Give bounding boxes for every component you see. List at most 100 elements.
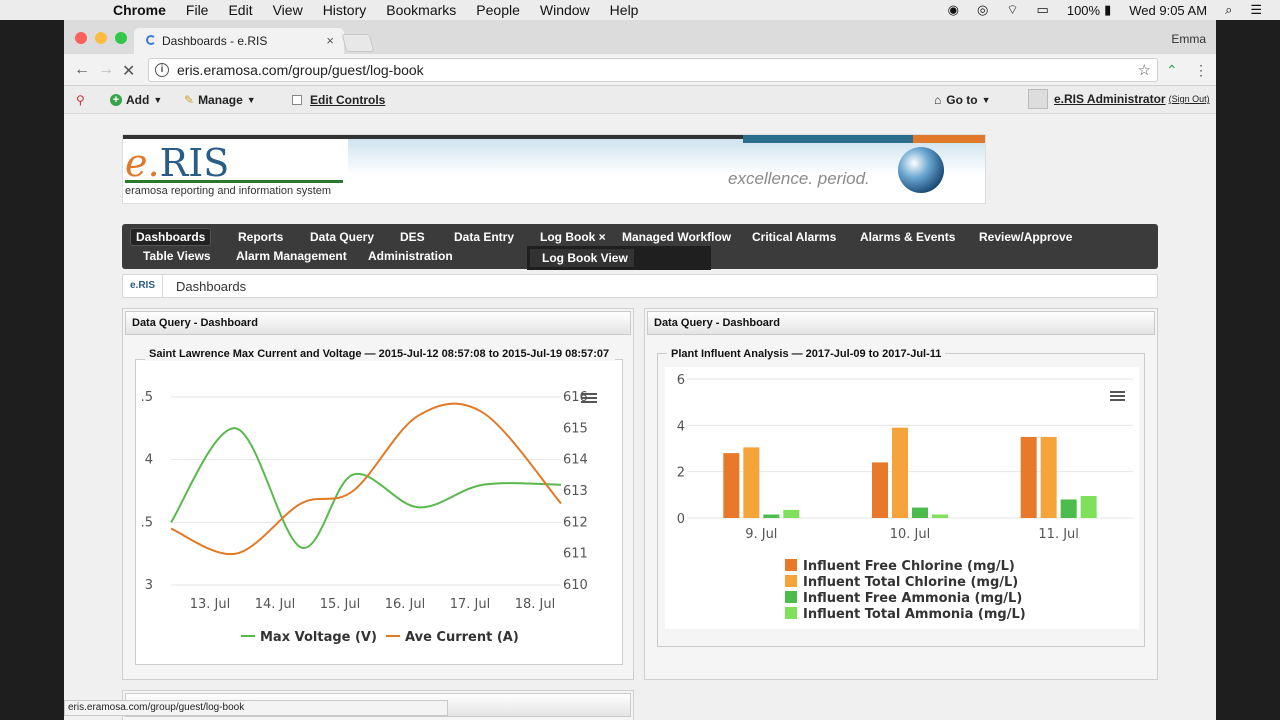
logo-tagline: eramosa reporting and information system — [125, 185, 332, 197]
nav-alarms-events[interactable]: Alarms & Events — [854, 228, 961, 246]
site-info-icon[interactable]: i — [155, 63, 169, 77]
nav-alarm-management[interactable]: Alarm Management — [230, 247, 353, 265]
x-tick-label: 15. Jul — [320, 597, 361, 612]
manage-menu[interactable]: ✎ Manage ▼ — [184, 93, 256, 107]
legend-swatch — [785, 559, 797, 571]
profile-name[interactable]: Emma — [1171, 32, 1206, 46]
portlet-influent-chart: Data Query - Dashboard Plant Influent An… — [644, 308, 1158, 680]
spotlight-search-icon[interactable]: ⌕ — [1225, 2, 1232, 18]
legend-swatch — [785, 575, 797, 587]
sync-icon[interactable]: ◎ — [977, 2, 988, 18]
breadcrumb: e.RIS Dashboards — [122, 274, 1158, 298]
edit-controls-checkbox[interactable] — [292, 95, 302, 105]
chart-menu-icon — [1110, 399, 1125, 401]
address-bar[interactable]: i eris.eramosa.com/group/guest/log-book … — [148, 58, 1158, 82]
eris-logo[interactable]: e.RIS — [125, 141, 229, 185]
notification-center-icon[interactable]: ☰ — [1250, 2, 1262, 18]
stop-loading-icon[interactable]: ✕ — [122, 61, 135, 81]
extension-icon[interactable]: ⌃ — [1166, 62, 1178, 79]
logo-rest: RIS — [159, 141, 230, 185]
bar — [783, 509, 800, 518]
bar — [1060, 499, 1077, 518]
battery-icon[interactable]: ▮ — [1104, 2, 1111, 18]
menu-window[interactable]: Window — [540, 2, 590, 18]
menu-view[interactable]: View — [273, 2, 303, 18]
close-window-button[interactable] — [75, 32, 87, 44]
log-book-dropdown: Log Book View — [527, 246, 711, 270]
x-tick-label: 18. Jul — [515, 597, 556, 612]
airplay-icon[interactable]: ▭ — [1037, 2, 1049, 18]
menu-history[interactable]: History — [323, 2, 367, 18]
chart-menu-icon — [581, 393, 597, 395]
edit-controls-label[interactable]: Edit Controls — [310, 93, 385, 107]
bar — [872, 462, 888, 518]
breadcrumb-current[interactable]: Dashboards — [176, 279, 246, 294]
y-left-tick-label: 3.5 — [141, 515, 153, 530]
breadcrumb-home[interactable]: e.RIS — [123, 275, 163, 297]
tab-dashboards[interactable]: Dashboards - e.RIS × — [134, 28, 344, 54]
y-right-tick-label: 611 — [563, 547, 588, 562]
page-content: e.RIS eramosa reporting and information … — [64, 114, 1216, 720]
wifi-icon[interactable]: ⌔ — [1006, 2, 1018, 18]
banner-orange-bar — [913, 135, 985, 143]
add-menu[interactable]: + Add ▼ — [110, 93, 162, 107]
nav-data-entry[interactable]: Data Entry — [448, 228, 520, 246]
nav-data-query[interactable]: Data Query — [304, 228, 380, 246]
record-icon[interactable]: ◉ — [948, 2, 959, 18]
minimize-window-button[interactable] — [95, 32, 107, 44]
zoom-window-button[interactable] — [115, 32, 127, 44]
nav-critical-alarms[interactable]: Critical Alarms — [746, 228, 842, 246]
legend-label: Ave Current (A) — [405, 630, 519, 645]
clock[interactable]: Wed 9:05 AM — [1129, 3, 1207, 18]
nav-review-approve[interactable]: Review/Approve — [973, 228, 1078, 246]
pin-icon[interactable]: ⚲ — [76, 93, 85, 107]
menu-file[interactable]: File — [186, 2, 209, 18]
nav-des[interactable]: DES — [394, 228, 431, 246]
url-text[interactable]: eris.eramosa.com/group/guest/log-book — [177, 62, 424, 78]
menu-people[interactable]: People — [476, 2, 520, 18]
browser-window: Dashboards - e.RIS × Emma ← → ✕ i eris.e… — [64, 20, 1216, 720]
user-menu[interactable]: e.RIS Administrator (Sign Out) — [1028, 89, 1210, 109]
chrome-menu-icon[interactable]: ⋮ — [1194, 62, 1208, 79]
new-tab-button[interactable] — [341, 34, 375, 52]
menu-app-name[interactable]: Chrome — [113, 2, 166, 18]
menu-bookmarks[interactable]: Bookmarks — [386, 2, 456, 18]
x-tick-label: 10. Jul — [890, 527, 931, 542]
goto-label: Go to — [946, 93, 978, 107]
legend-label: Influent Free Ammonia (mg/L) — [803, 591, 1022, 606]
sign-out-link[interactable]: (Sign Out) — [1169, 94, 1210, 104]
y-tick-label: 0 — [677, 512, 685, 527]
menu-help[interactable]: Help — [610, 2, 639, 18]
close-icon[interactable]: × — [599, 230, 606, 244]
back-arrow-icon[interactable]: ← — [74, 61, 90, 79]
nav-managed-workflow[interactable]: Managed Workflow — [616, 228, 737, 246]
line-chart-title: Saint Lawrence Max Current and Voltage —… — [145, 347, 615, 361]
user-name[interactable]: e.RIS Administrator — [1054, 92, 1166, 106]
site-banner: e.RIS eramosa reporting and information … — [122, 134, 986, 204]
nav-reports[interactable]: Reports — [232, 228, 289, 246]
forward-arrow-icon[interactable]: → — [98, 61, 114, 79]
globe-icon — [898, 147, 944, 193]
goto-menu[interactable]: ⌂ Go to ▼ — [934, 93, 991, 107]
close-tab-icon[interactable]: × — [326, 33, 334, 48]
legend-swatch — [785, 607, 797, 619]
control-bar: ⚲ + Add ▼ ✎ Manage ▼ Edit Controls ⌂ Go … — [64, 86, 1216, 114]
portlet-title: Data Query - Dashboard — [125, 311, 631, 335]
bar — [1040, 436, 1057, 518]
menu-edit[interactable]: Edit — [228, 2, 252, 18]
pencil-icon: ✎ — [184, 93, 195, 107]
chart-menu-icon — [581, 397, 597, 399]
bar — [743, 447, 760, 518]
nav-administration[interactable]: Administration — [362, 247, 459, 265]
bookmark-star-icon[interactable]: ☆ — [1138, 61, 1151, 79]
menu-item-log-book-view[interactable]: Log Book View — [530, 249, 634, 267]
legend-label: Influent Total Chlorine (mg/L) — [803, 575, 1018, 590]
y-right-tick-label: 613 — [563, 484, 588, 499]
nav-dashboards[interactable]: Dashboards — [130, 228, 212, 246]
nav-log-book-label: Log Book — [540, 230, 596, 244]
manage-label: Manage — [198, 93, 243, 107]
nav-log-book[interactable]: Log Book × — [534, 228, 612, 246]
nav-table-views[interactable]: Table Views — [137, 247, 217, 265]
series-line-max-voltage — [170, 427, 562, 549]
edit-controls-toggle[interactable]: Edit Controls — [292, 93, 385, 107]
